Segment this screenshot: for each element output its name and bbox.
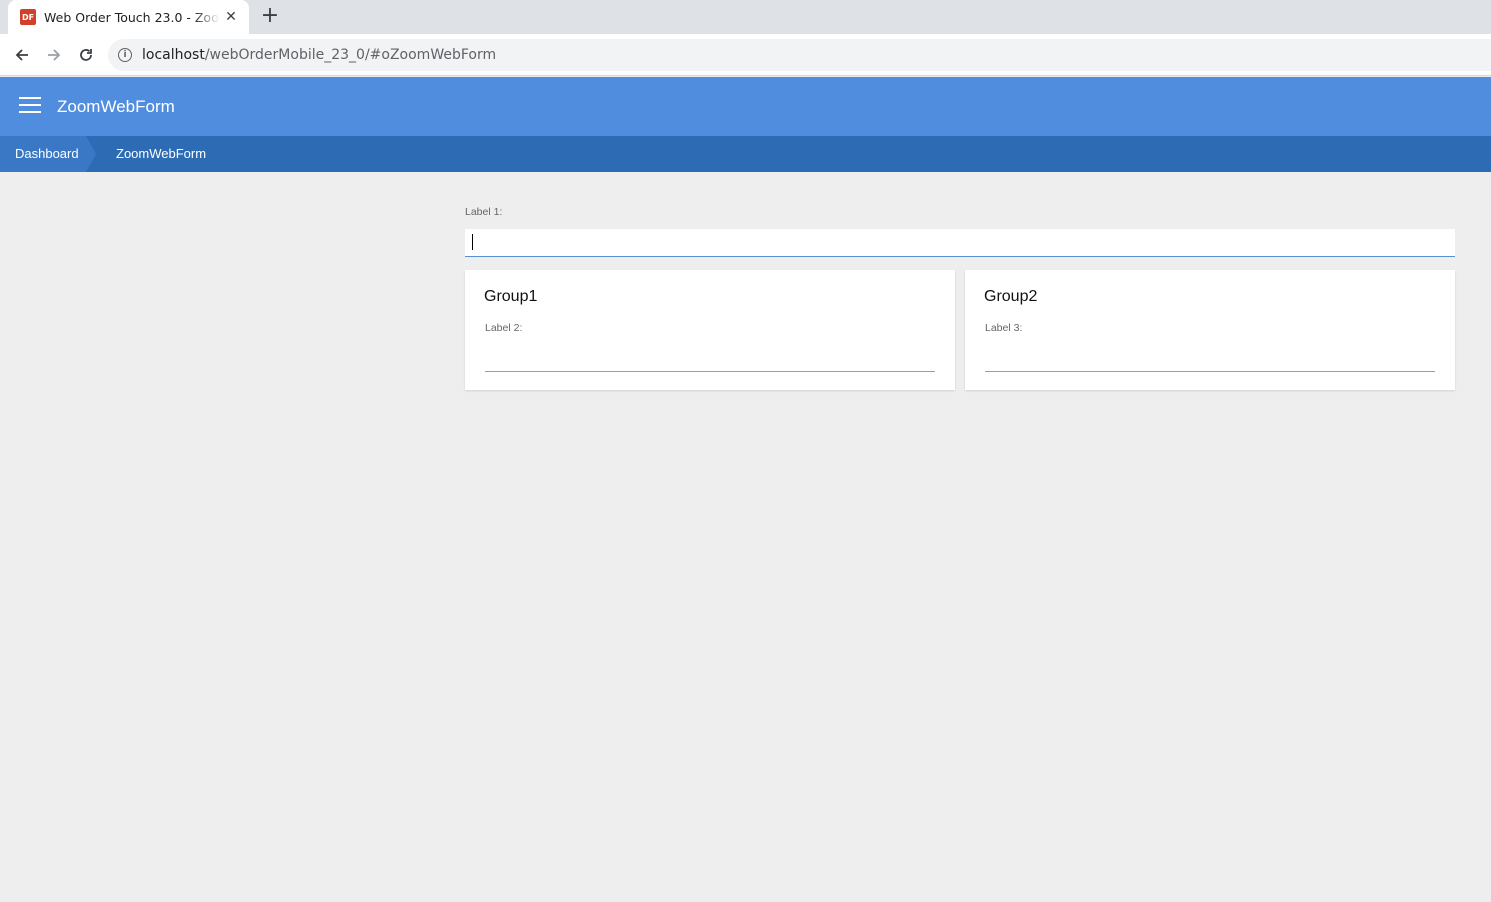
- browser-tabstrip: DF Web Order Touch 23.0 - ZoomWebForm ✕ …: [0, 0, 1491, 34]
- group1-panel: Group1 Label 2:: [465, 270, 955, 390]
- label-3: Label 3:: [985, 322, 1023, 334]
- app-favicon-icon: DF: [20, 9, 36, 25]
- app-header: ZoomWebForm: [0, 77, 1491, 136]
- url-host: localhost: [142, 47, 205, 63]
- group1-title: Group1: [484, 288, 538, 305]
- new-tab-button[interactable]: +: [258, 5, 282, 29]
- tab-title: Web Order Touch 23.0 - ZoomWebForm: [44, 9, 220, 25]
- back-icon[interactable]: [9, 42, 35, 68]
- browser-toolbar: i localhost/webOrderMobile_23_0/#oZoomWe…: [0, 34, 1491, 76]
- forward-icon[interactable]: [41, 42, 67, 68]
- close-tab-icon[interactable]: ✕: [223, 9, 239, 25]
- breadcrumb: Dashboard ZoomWebForm: [0, 136, 1491, 172]
- browser-tab[interactable]: DF Web Order Touch 23.0 - ZoomWebForm ✕: [8, 0, 249, 34]
- label-1-input[interactable]: [465, 229, 1455, 257]
- label-2-input[interactable]: [485, 348, 935, 372]
- label-3-input[interactable]: [985, 348, 1435, 372]
- breadcrumb-current: ZoomWebForm: [116, 146, 207, 161]
- reload-icon[interactable]: [73, 42, 99, 68]
- group2-panel: Group2 Label 3:: [965, 270, 1455, 390]
- text-caret: [472, 234, 473, 250]
- info-icon[interactable]: i: [118, 48, 132, 62]
- breadcrumb-dashboard[interactable]: Dashboard: [0, 136, 86, 172]
- url-path: /webOrderMobile_23_0/#oZoomWebForm: [204, 47, 497, 63]
- url-text: localhost/webOrderMobile_23_0/#oZoomWebF…: [142, 47, 496, 63]
- group2-title: Group2: [984, 288, 1038, 305]
- label-2: Label 2:: [485, 322, 523, 334]
- address-bar[interactable]: i localhost/webOrderMobile_23_0/#oZoomWe…: [108, 39, 1491, 71]
- label-1: Label 1:: [465, 206, 503, 218]
- breadcrumb-separator: [86, 136, 96, 172]
- hamburger-menu-icon[interactable]: [19, 97, 42, 115]
- page-title: ZoomWebForm: [57, 97, 175, 116]
